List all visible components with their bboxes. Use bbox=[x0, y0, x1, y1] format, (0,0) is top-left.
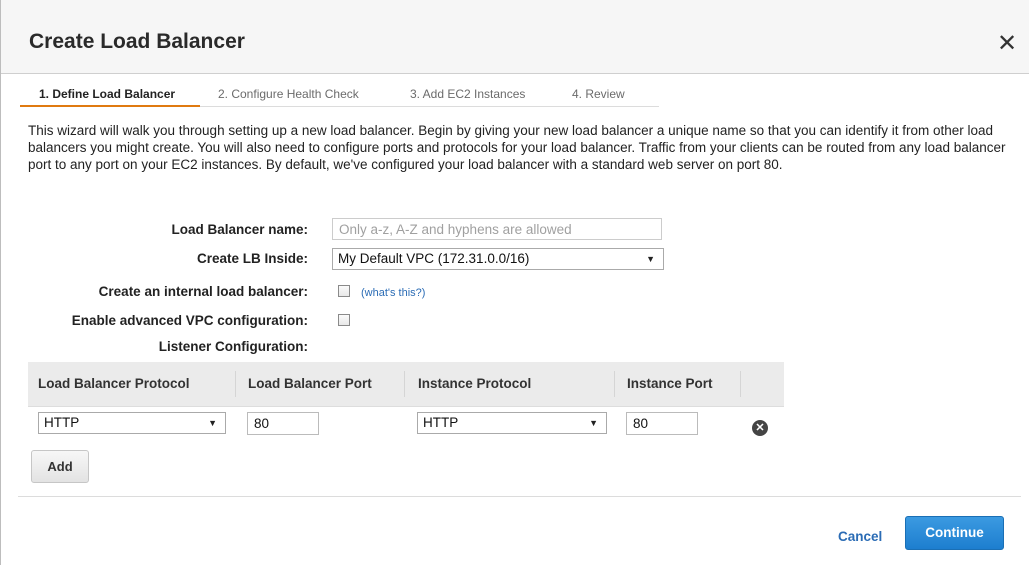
instance-protocol-select[interactable]: HTTP ▼ bbox=[417, 412, 607, 434]
tab-add-ec2-instances[interactable]: 3. Add EC2 Instances bbox=[396, 82, 559, 107]
tab-define-load-balancer[interactable]: 1. Define Load Balancer bbox=[20, 82, 200, 107]
add-listener-button[interactable]: Add bbox=[31, 450, 89, 483]
footer-divider bbox=[18, 496, 1021, 497]
internal-lb-label: Create an internal load balancer: bbox=[98, 284, 308, 299]
header-lb-port: Load Balancer Port bbox=[248, 376, 372, 391]
internal-lb-checkbox[interactable] bbox=[338, 285, 350, 297]
whats-this-link[interactable]: (what's this?) bbox=[361, 287, 425, 299]
listener-table-header: Load Balancer Protocol Load Balancer Por… bbox=[28, 362, 784, 406]
lb-inside-select[interactable]: My Default VPC (172.31.0.0/16) ▼ bbox=[332, 248, 664, 270]
lb-protocol-value: HTTP bbox=[44, 415, 80, 430]
close-icon[interactable]: ✕ bbox=[993, 30, 1021, 58]
header-divider bbox=[235, 371, 236, 397]
header-instance-port: Instance Port bbox=[627, 376, 713, 391]
advanced-vpc-checkbox[interactable] bbox=[338, 314, 350, 326]
header-instance-protocol: Instance Protocol bbox=[418, 376, 532, 391]
chevron-down-icon: ▼ bbox=[646, 254, 655, 264]
intro-text: This wizard will walk you through settin… bbox=[28, 123, 1006, 172]
lb-inside-value: My Default VPC (172.31.0.0/16) bbox=[338, 251, 530, 266]
lb-name-input[interactable] bbox=[332, 218, 662, 240]
tab-configure-health-check[interactable]: 2. Configure Health Check bbox=[200, 82, 396, 107]
continue-button[interactable]: Continue bbox=[905, 516, 1004, 550]
header-divider bbox=[614, 371, 615, 397]
dialog-title: Create Load Balancer bbox=[29, 30, 245, 53]
chevron-down-icon: ▼ bbox=[589, 418, 598, 428]
dialog-header: Create Load Balancer ✕ bbox=[1, 0, 1029, 74]
advanced-vpc-label: Enable advanced VPC configuration: bbox=[71, 313, 308, 328]
lb-protocol-select[interactable]: HTTP ▼ bbox=[38, 412, 226, 434]
create-load-balancer-dialog: Create Load Balancer ✕ 1. Define Load Ba… bbox=[0, 0, 1029, 565]
lb-port-input[interactable]: 80 bbox=[247, 412, 319, 435]
lb-name-label: Load Balancer name: bbox=[171, 222, 308, 237]
table-divider bbox=[28, 406, 784, 407]
chevron-down-icon: ▼ bbox=[208, 418, 217, 428]
remove-listener-icon[interactable]: ✕ bbox=[752, 420, 768, 436]
cancel-button[interactable]: Cancel bbox=[838, 529, 882, 544]
lb-inside-label: Create LB Inside: bbox=[196, 251, 308, 266]
header-lb-protocol: Load Balancer Protocol bbox=[38, 376, 190, 391]
dialog-left-border bbox=[0, 0, 1, 565]
tab-review[interactable]: 4. Review bbox=[559, 82, 659, 107]
header-divider bbox=[404, 371, 405, 397]
instance-protocol-value: HTTP bbox=[423, 415, 459, 430]
listener-config-label: Listener Configuration: bbox=[158, 339, 308, 354]
instance-port-input[interactable]: 80 bbox=[626, 412, 698, 435]
header-divider bbox=[740, 371, 741, 397]
